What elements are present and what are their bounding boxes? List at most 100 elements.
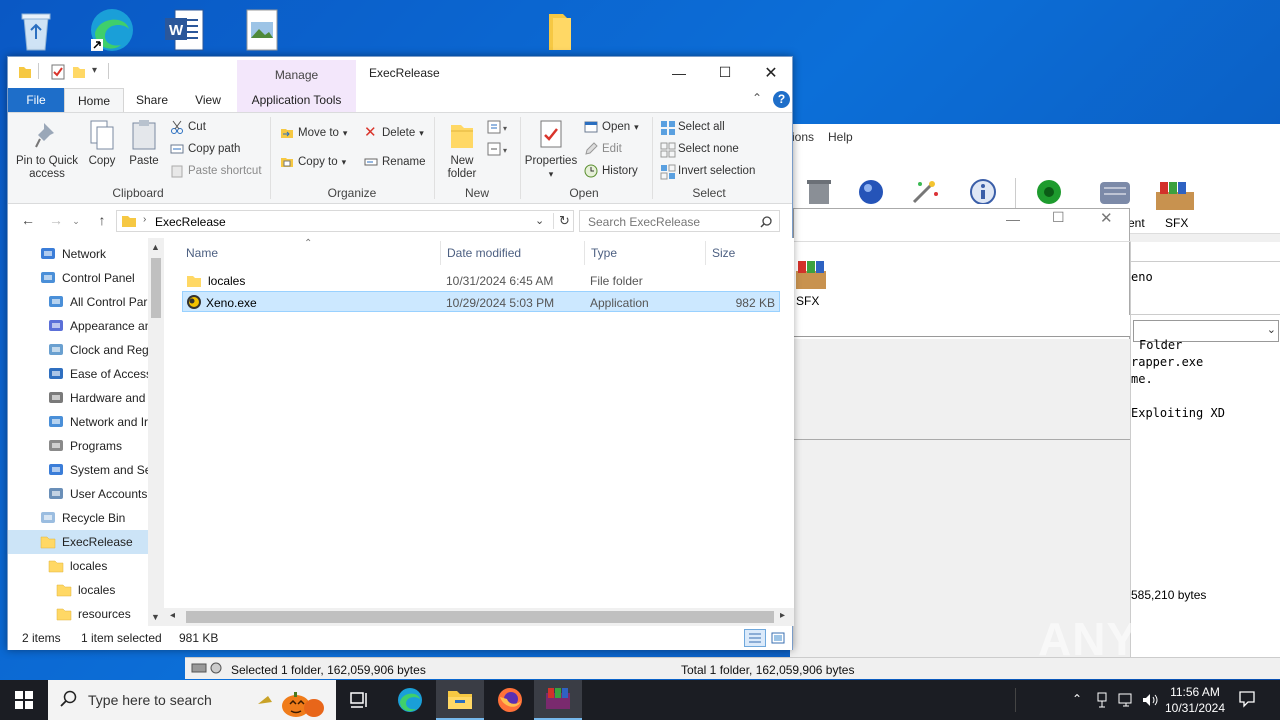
taskbar-firefox[interactable]	[486, 680, 534, 720]
word-desktop-icon[interactable]: W	[160, 6, 208, 54]
folder-desktop-icon[interactable]	[536, 6, 584, 54]
column-size[interactable]: Size	[712, 246, 735, 260]
dialog-close-icon[interactable]: ✕	[1100, 209, 1113, 227]
large-icons-view-icon[interactable]	[770, 630, 786, 649]
nav-item-user-accounts[interactable]: User Accounts	[8, 482, 148, 506]
info-tool-icon[interactable]	[968, 178, 998, 207]
minimize-button[interactable]: —	[656, 57, 702, 88]
taskbar-file-explorer[interactable]	[436, 680, 484, 720]
edit-button[interactable]: Edit	[584, 139, 622, 159]
recycle-bin-desktop-icon[interactable]	[12, 6, 60, 54]
dialog-minimize-icon[interactable]: —	[1006, 211, 1020, 227]
breadcrumb-chevron-icon[interactable]: ›	[143, 214, 146, 225]
start-button[interactable]	[0, 680, 48, 720]
nav-scroll-thumb[interactable]	[151, 258, 161, 318]
back-arrow-icon[interactable]: ←	[18, 212, 38, 230]
nav-item-control-panel[interactable]: Control Panel	[8, 266, 148, 290]
history-button[interactable]: History	[584, 161, 638, 181]
nav-item-appearance-an[interactable]: Appearance an	[8, 314, 148, 338]
info-dropdown-chevron-icon[interactable]: ⌄	[1267, 323, 1276, 336]
column-type[interactable]: Type	[591, 246, 617, 260]
pin-quick-access-button[interactable]: Pin to Quick access	[14, 119, 80, 181]
new-folder-button[interactable]: New folder	[442, 119, 482, 181]
task-view-button[interactable]	[336, 680, 384, 720]
taskbar-winrar[interactable]	[534, 680, 582, 720]
recent-locations-icon[interactable]: ⌄	[66, 216, 86, 234]
edge-desktop-icon[interactable]	[88, 6, 136, 54]
copy-to-button[interactable]: Copy to ▾	[280, 152, 346, 172]
notifications-icon[interactable]	[1238, 690, 1256, 711]
nav-item-locales[interactable]: locales	[8, 554, 148, 578]
file-horizontal-scrollbar[interactable]: ◂ ▸	[164, 608, 794, 626]
usb-device-icon[interactable]	[1094, 691, 1110, 712]
nav-item-recycle-bin[interactable]: Recycle Bin	[8, 506, 148, 530]
rename-button[interactable]: Rename	[364, 152, 425, 172]
tab-application-tools[interactable]: Application Tools	[237, 88, 356, 112]
menu-options[interactable]: ions	[792, 130, 814, 144]
tab-file[interactable]: File	[8, 88, 64, 112]
quick-access-folder-icon[interactable]	[18, 65, 32, 82]
tab-home[interactable]: Home	[64, 88, 124, 112]
nav-item-ease-of-access[interactable]: Ease of Access	[8, 362, 148, 386]
delete-button[interactable]: ✕ Delete ▾	[364, 123, 424, 143]
file-row-locales[interactable]: locales 10/31/2024 6:45 AM File folder	[182, 270, 780, 291]
properties-quick-icon[interactable]	[50, 64, 66, 83]
up-arrow-icon[interactable]: ↑	[92, 212, 112, 230]
address-dropdown-icon[interactable]: ⌄	[535, 214, 544, 227]
image-file-desktop-icon[interactable]	[238, 6, 286, 54]
manage-context-tab[interactable]: Manage	[237, 60, 356, 88]
system-clock[interactable]: 11:56 AM 10/31/2024	[1160, 684, 1230, 716]
details-view-icon[interactable]	[744, 629, 766, 647]
show-hidden-icons-icon[interactable]: ⌃	[1072, 692, 1082, 706]
tab-view[interactable]: View	[188, 88, 228, 112]
taskbar-search-box[interactable]: Type here to search	[48, 680, 336, 720]
open-button[interactable]: Open ▾	[584, 117, 639, 137]
tab-share[interactable]: Share	[132, 88, 172, 112]
nav-item-network[interactable]: Network	[8, 242, 148, 266]
virus-scan-tool-icon[interactable]	[1034, 178, 1064, 207]
column-name[interactable]: Name	[186, 246, 218, 260]
nav-item-programs[interactable]: Programs	[8, 434, 148, 458]
cut-button[interactable]: Cut	[170, 117, 206, 137]
help-icon[interactable]: ?	[773, 91, 790, 108]
nav-item-network-and-ir[interactable]: Network and Ir	[8, 410, 148, 434]
halloween-pumpkin-icon[interactable]	[256, 684, 336, 720]
column-date-modified[interactable]: Date modified	[447, 246, 521, 260]
collapse-ribbon-icon[interactable]: ⌃	[752, 91, 762, 105]
nav-item-system-and-se[interactable]: System and Se	[8, 458, 148, 482]
forward-arrow-icon[interactable]: →	[46, 212, 66, 230]
address-field[interactable]: › ExecRelease ⌄ ↻	[116, 210, 574, 232]
wizard-tool-icon[interactable]	[910, 178, 940, 207]
customize-quick-access-icon[interactable]: ▾	[92, 65, 97, 76]
paste-shortcut-button[interactable]: Paste shortcut	[170, 161, 262, 181]
delete-tool-icon[interactable]	[804, 178, 834, 207]
select-all-button[interactable]: Select all	[660, 117, 725, 137]
new-folder-quick-icon[interactable]	[72, 65, 86, 82]
new-item-icon[interactable]: ▾	[486, 119, 512, 140]
search-input[interactable]: Search ExecRelease	[579, 210, 780, 232]
file-row-xeno-exe[interactable]: Xeno.exe 10/29/2024 5:03 PM Application …	[182, 291, 780, 312]
copy-button[interactable]: Copy	[84, 119, 120, 168]
move-to-button[interactable]: Move to ▾	[280, 123, 347, 143]
sfx-tool-icon[interactable]	[1154, 180, 1196, 215]
easy-access-icon[interactable]: ▾	[486, 141, 512, 162]
taskbar-edge[interactable]	[386, 680, 434, 720]
nav-item-all-control-par[interactable]: All Control Par	[8, 290, 148, 314]
menu-help[interactable]: Help	[828, 130, 853, 144]
copy-path-button[interactable]: Copy path	[170, 139, 240, 159]
close-button[interactable]: ✕	[748, 57, 794, 88]
file-scroll-thumb[interactable]	[186, 611, 774, 623]
network-status-icon[interactable]	[1117, 691, 1135, 712]
search-icon[interactable]	[760, 216, 772, 231]
nav-item-hardware-and[interactable]: Hardware and	[8, 386, 148, 410]
refresh-icon[interactable]: ↻	[559, 213, 570, 229]
nav-item-execrelease[interactable]: ExecRelease	[8, 530, 148, 554]
breadcrumb-execrelease[interactable]: ExecRelease	[155, 215, 226, 229]
volume-icon[interactable]	[1141, 691, 1159, 712]
nav-item-locales[interactable]: locales	[8, 578, 148, 602]
nav-item-resources[interactable]: resources	[8, 602, 148, 626]
find-tool-icon[interactable]	[856, 178, 886, 207]
maximize-button[interactable]: ☐	[702, 57, 748, 88]
nav-vertical-scrollbar[interactable]: ▲ ▼	[148, 238, 164, 626]
nav-item-clock-and-regi[interactable]: Clock and Regi	[8, 338, 148, 362]
